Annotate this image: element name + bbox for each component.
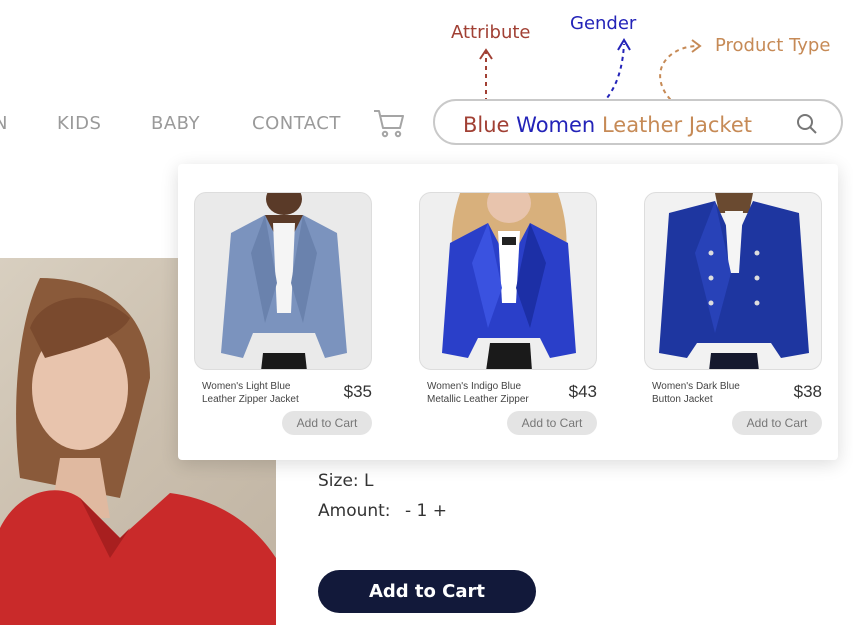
annotation-attribute: Attribute bbox=[451, 22, 531, 43]
search-results-dropdown: Women's Light Blue Leather Zipper Jacket… bbox=[178, 164, 838, 460]
query-attribute: Blue bbox=[463, 113, 510, 137]
nav-item-baby[interactable]: BABY bbox=[151, 113, 200, 134]
result-card[interactable]: Women's Light Blue Leather Zipper Jacket… bbox=[194, 192, 372, 435]
quantity-stepper[interactable]: - 1 + bbox=[405, 501, 447, 521]
add-to-cart-button[interactable]: Add to Cart bbox=[318, 570, 536, 613]
result-card[interactable]: Women's Indigo Blue Metallic Leather Zip… bbox=[419, 192, 597, 435]
product-image[interactable] bbox=[419, 192, 597, 370]
product-price: $43 bbox=[568, 382, 597, 401]
size-label: Size: L bbox=[318, 471, 374, 491]
nav-item-contact[interactable]: CONTACT bbox=[252, 113, 341, 134]
result-card[interactable]: Women's Dark Blue Button Jacket $38 Add … bbox=[644, 192, 822, 435]
shopping-cart-icon[interactable] bbox=[372, 106, 406, 140]
query-gender: Women bbox=[516, 113, 596, 137]
query-product-type: Leather Jacket bbox=[601, 113, 753, 137]
product-name[interactable]: Women's Dark Blue Button Jacket bbox=[652, 380, 770, 406]
product-name[interactable]: Women's Light Blue Leather Zipper Jacket bbox=[202, 380, 320, 406]
nav-item-women[interactable]: N bbox=[0, 113, 8, 134]
nav-item-kids[interactable]: KIDS bbox=[57, 113, 101, 134]
card-add-to-cart-button[interactable]: Add to Cart bbox=[732, 411, 822, 435]
product-image[interactable] bbox=[644, 192, 822, 370]
product-price: $38 bbox=[793, 382, 822, 401]
annotation-product-type: Product Type bbox=[715, 35, 831, 56]
search-bar[interactable]: Blue Women Leather Jacket bbox=[433, 99, 843, 145]
product-price: $35 bbox=[343, 382, 372, 401]
search-icon[interactable] bbox=[795, 112, 819, 136]
card-add-to-cart-button[interactable]: Add to Cart bbox=[282, 411, 372, 435]
annotation-gender: Gender bbox=[570, 13, 637, 34]
card-add-to-cart-button[interactable]: Add to Cart bbox=[507, 411, 597, 435]
amount-label: Amount: bbox=[318, 501, 391, 521]
product-image[interactable] bbox=[194, 192, 372, 370]
search-input[interactable]: Blue Women Leather Jacket bbox=[463, 113, 752, 137]
product-name[interactable]: Women's Indigo Blue Metallic Leather Zip… bbox=[427, 380, 545, 406]
